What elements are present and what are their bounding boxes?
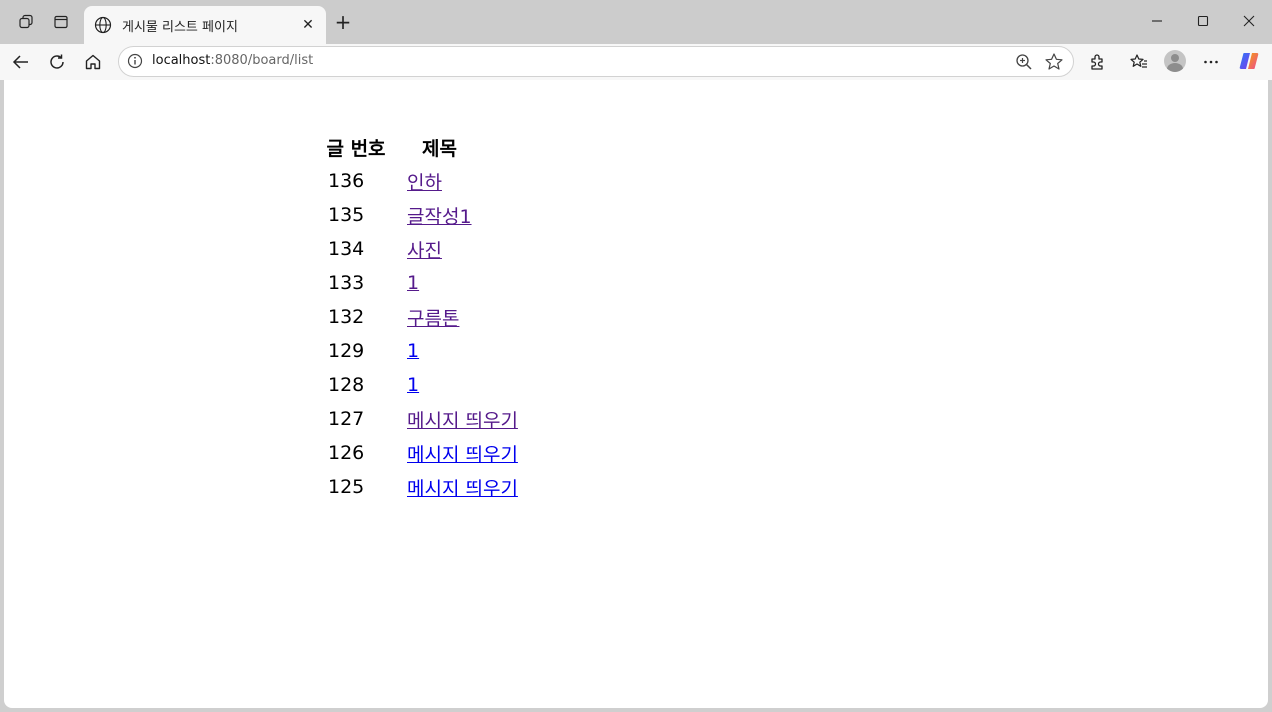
post-title-link[interactable]: 1 <box>407 340 419 362</box>
post-number: 136 <box>328 170 365 192</box>
globe-icon <box>94 16 112 34</box>
close-tab-icon[interactable]: ✕ <box>300 17 316 33</box>
home-icon[interactable] <box>79 48 107 76</box>
header-title: 제목 <box>422 137 457 160</box>
table-row: 128 1 <box>325 369 519 401</box>
tab-board-list[interactable]: 게시물 리스트 페이지 ✕ <box>84 6 326 44</box>
post-title-cell: 1 <box>406 267 519 299</box>
post-title-link[interactable]: 구름톤 <box>407 308 459 330</box>
minimize-icon[interactable] <box>1134 6 1180 36</box>
back-icon[interactable] <box>7 48 35 76</box>
post-title-link[interactable]: 메시지 띄우기 <box>407 478 518 500</box>
table-row: 127 메시지 띄우기 <box>325 403 519 435</box>
url-host: localhost <box>152 53 211 68</box>
post-number: 133 <box>328 272 365 294</box>
post-title-link[interactable]: 1 <box>407 374 419 396</box>
table-row: 135 글작성1 <box>325 199 519 231</box>
favorites-icon[interactable] <box>1125 48 1153 76</box>
avatar-body <box>1167 63 1183 72</box>
copilot-icon[interactable] <box>1238 50 1260 72</box>
post-title-cell: 메시지 띄우기 <box>406 437 519 469</box>
new-tab-button[interactable]: + <box>330 9 356 35</box>
post-title-cell: 메시지 띄우기 <box>406 471 519 503</box>
post-number: 126 <box>328 442 365 464</box>
post-title-link[interactable]: 메시지 띄우기 <box>407 444 518 466</box>
post-title-link[interactable]: 인하 <box>407 172 442 194</box>
table-row: 125 메시지 띄우기 <box>325 471 519 503</box>
post-number: 127 <box>328 408 365 430</box>
address-bar[interactable]: localhost:8080/board/list <box>118 46 1074 77</box>
more-options-icon[interactable] <box>1197 48 1225 76</box>
post-title-cell: 메시지 띄우기 <box>406 403 519 435</box>
post-number: 135 <box>328 204 365 226</box>
post-title-cell: 글작성1 <box>406 199 519 231</box>
avatar-head <box>1171 54 1179 62</box>
maximize-icon[interactable] <box>1180 6 1226 36</box>
header-post-number: 글 번호 <box>326 137 386 160</box>
browser-title-bar: 게시물 리스트 페이지 ✕ + <box>0 0 1272 44</box>
post-title-cell: 1 <box>406 369 519 401</box>
site-info-icon[interactable] <box>127 53 143 69</box>
post-number: 128 <box>328 374 365 396</box>
table-header-row: 글 번호 제목 <box>325 131 519 163</box>
table-row: 129 1 <box>325 335 519 367</box>
table-row: 134 사진 <box>325 233 519 265</box>
post-number: 125 <box>328 476 365 498</box>
table-row: 126 메시지 띄우기 <box>325 437 519 469</box>
post-number: 134 <box>328 238 365 260</box>
post-title-link[interactable]: 사진 <box>407 240 442 262</box>
favorite-star-icon[interactable] <box>1044 52 1064 72</box>
post-title-cell: 구름톤 <box>406 301 519 333</box>
post-title-cell: 1 <box>406 335 519 367</box>
board-list-table: 글 번호 제목 136 인하 135 글작성1 134 사진 133 1 132 <box>323 129 521 505</box>
table-row: 136 인하 <box>325 165 519 197</box>
post-number: 132 <box>328 306 365 328</box>
workspaces-icon[interactable] <box>12 8 40 36</box>
browser-toolbar: localhost:8080/board/list <box>0 44 1272 80</box>
url-path: :8080/board/list <box>210 53 314 68</box>
post-number: 129 <box>328 340 365 362</box>
url-text[interactable]: localhost:8080/board/list <box>152 53 313 68</box>
extensions-icon[interactable] <box>1084 48 1112 76</box>
post-title-cell: 사진 <box>406 233 519 265</box>
refresh-icon[interactable] <box>43 48 71 76</box>
post-title-link[interactable]: 메시지 띄우기 <box>407 410 518 432</box>
tab-actions-icon[interactable] <box>47 8 75 36</box>
table-row: 133 1 <box>325 267 519 299</box>
table-row: 132 구름톤 <box>325 301 519 333</box>
post-title-cell: 인하 <box>406 165 519 197</box>
post-title-link[interactable]: 1 <box>407 272 419 294</box>
page-viewport: 글 번호 제목 136 인하 135 글작성1 134 사진 133 1 132 <box>4 80 1268 708</box>
profile-avatar[interactable] <box>1164 50 1186 72</box>
zoom-icon[interactable] <box>1015 53 1033 71</box>
close-window-icon[interactable] <box>1226 6 1272 36</box>
tab-title: 게시물 리스트 페이지 <box>122 19 238 35</box>
post-title-link[interactable]: 글작성1 <box>407 206 472 228</box>
